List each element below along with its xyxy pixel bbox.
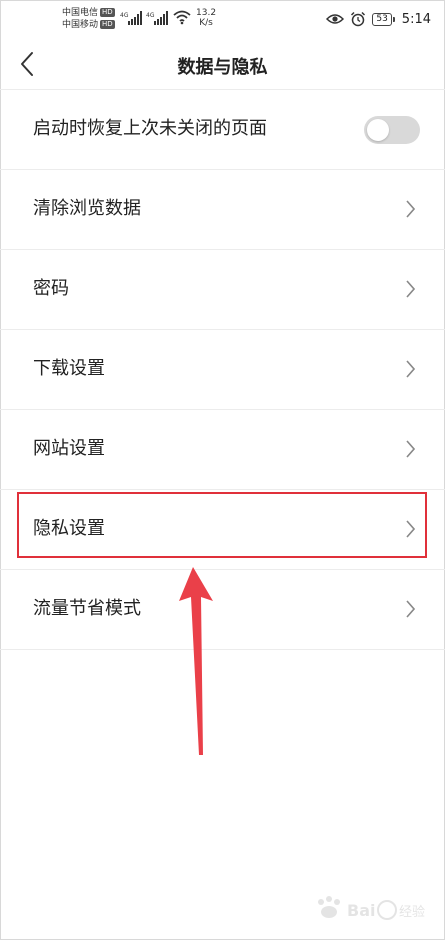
setting-label: 流量节省模式	[33, 598, 141, 619]
setting-passwords[interactable]: 密码	[0, 250, 445, 330]
toggle-knob	[367, 119, 389, 141]
alarm-icon	[351, 11, 366, 27]
status-right: 53 5:14	[326, 9, 431, 29]
carrier-1-label: 中国电信	[62, 8, 99, 18]
highlight-box	[17, 492, 427, 558]
svg-text:4G: 4G	[120, 12, 129, 19]
chevron-right-icon	[406, 440, 415, 458]
chevron-right-icon	[406, 280, 415, 298]
hd-badge: HD	[100, 20, 115, 29]
setting-label: 启动时恢复上次未关闭的页面	[33, 118, 267, 139]
svg-text:4G: 4G	[146, 12, 155, 19]
watermark-logo: Bai 经验	[318, 896, 425, 920]
svg-text:经验: 经验	[399, 904, 425, 920]
status-bar: 中国电信 HD 中国移动 HD 4G 4G 13.2 K/s 53 5:14	[0, 0, 445, 38]
signal-icon: 4G	[146, 11, 168, 25]
battery-indicator: 53	[372, 12, 396, 26]
clock: 5:14	[401, 11, 431, 27]
svg-text:Bai: Bai	[347, 901, 375, 920]
setting-restore-pages[interactable]: 启动时恢复上次未关闭的页面	[0, 90, 445, 170]
chevron-right-icon	[406, 200, 415, 218]
restore-pages-toggle[interactable]	[364, 116, 420, 144]
app-header: 数据与隐私	[0, 38, 445, 90]
speed-unit: K/s	[199, 18, 213, 28]
setting-download[interactable]: 下载设置	[0, 330, 445, 410]
speed-value: 13.2	[196, 8, 217, 18]
signal-icon: 4G	[120, 11, 142, 25]
hd-badge: HD	[100, 8, 115, 17]
setting-label: 网站设置	[33, 438, 105, 459]
network-speed: 13.2 K/s	[196, 8, 216, 28]
carrier-info: 中国电信 HD 中国移动 HD	[62, 7, 115, 31]
page-title: 数据与隐私	[177, 57, 268, 78]
chevron-right-icon	[406, 600, 415, 618]
setting-label: 清除浏览数据	[33, 198, 141, 219]
setting-label: 密码	[33, 278, 69, 299]
setting-site[interactable]: 网站设置	[0, 410, 445, 490]
carrier-2-label: 中国移动	[62, 20, 99, 30]
wifi-icon	[173, 10, 191, 25]
eye-icon	[326, 14, 345, 24]
setting-clear-browsing-data[interactable]: 清除浏览数据	[0, 170, 445, 250]
arrow-up-icon	[179, 567, 213, 755]
chevron-right-icon	[406, 360, 415, 378]
setting-label: 下载设置	[33, 358, 105, 379]
